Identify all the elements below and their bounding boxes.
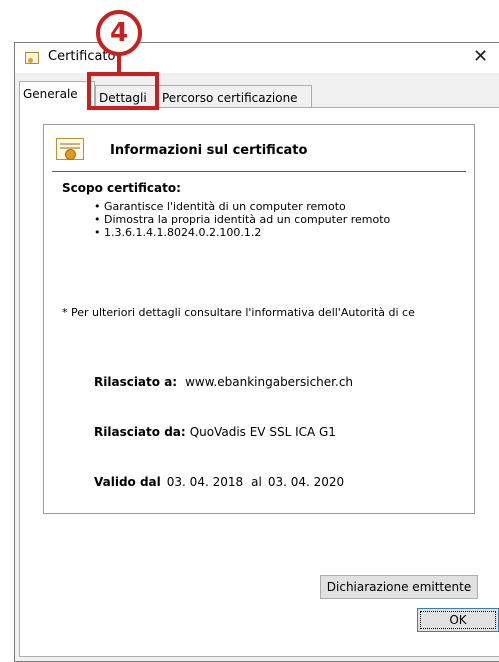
issued-to-label: Rilasciato a: — [94, 375, 178, 389]
ok-button[interactable]: OK — [417, 608, 499, 632]
purpose-item: • 1.3.6.1.4.1.8024.0.2.100.1.2 — [94, 226, 262, 239]
certificate-icon — [25, 52, 39, 64]
valid-to-label: al — [251, 475, 262, 489]
purpose-item: • Dimostra la propria identità ad un com… — [94, 213, 391, 226]
step-marker-connector — [117, 55, 121, 73]
divider — [52, 171, 466, 172]
certificate-dialog: Certificato ✕ Generale Dettagli Percorso… — [14, 42, 499, 662]
step-number-badge: 4 — [96, 10, 142, 56]
issuer-statement-button[interactable]: Dichiarazione emittente — [320, 575, 478, 599]
dettagli-tab-highlight — [87, 72, 159, 110]
tab-generale[interactable]: Generale — [19, 81, 95, 108]
general-tab-page: Informazioni sul certificato Scopo certi… — [19, 107, 499, 657]
title-bar: Certificato ✕ — [15, 43, 499, 73]
issued-by-label: Rilasciato da: — [94, 425, 186, 439]
footnote: * Per ulteriori dettagli consultare l'in… — [62, 306, 415, 319]
info-title: Informazioni sul certificato — [110, 143, 308, 158]
valid-from-label: Valido dal — [94, 475, 161, 489]
validity-row: Valido dal 03. 04. 2018 al 03. 04. 2020 — [94, 475, 344, 489]
issued-by-row: Rilasciato da: QuoVadis EV SSL ICA G1 — [94, 425, 336, 439]
scope-heading: Scopo certificato: — [62, 181, 181, 195]
valid-to-value: 03. 04. 2020 — [267, 475, 345, 489]
close-button[interactable]: ✕ — [473, 43, 499, 73]
purpose-list: • Garantisce l'identità di un computer r… — [94, 200, 390, 239]
issued-by-value: QuoVadis EV SSL ICA G1 — [189, 425, 336, 439]
tab-percorso-certificazione[interactable]: Percorso certificazione — [158, 85, 312, 109]
certificate-info-panel: Informazioni sul certificato Scopo certi… — [43, 124, 475, 514]
issued-to-row: Rilasciato a: www.ebankingabersicher.ch — [94, 375, 353, 389]
issued-to-value: www.ebankingabersicher.ch — [185, 375, 354, 389]
purpose-item: • Garantisce l'identità di un computer r… — [94, 200, 346, 213]
certificate-icon — [56, 138, 84, 160]
valid-from-value: 03. 04. 2018 — [166, 475, 244, 489]
